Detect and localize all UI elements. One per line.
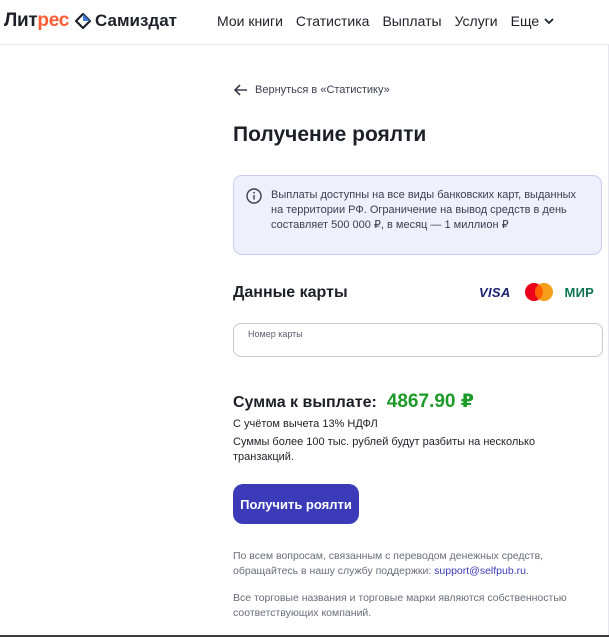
payout-sum-amount: 4867.90 ₽ <box>386 391 474 412</box>
info-notice: Выплаты доступны на все виды банковских … <box>233 175 602 255</box>
payment-system-logos: VISA МИР <box>479 282 594 302</box>
mastercard-icon <box>524 283 553 301</box>
card-number-label: Номер карты <box>248 329 303 339</box>
visa-logo: VISA <box>479 284 511 300</box>
payout-sum-label: Сумма к выплате: <box>233 394 377 411</box>
info-notice-text: Выплаты доступны на все виды банковских … <box>271 189 577 231</box>
samizdat-logo: Самиздат <box>95 11 178 30</box>
support-email-link[interactable]: support@selfpub.ru <box>434 565 526 577</box>
trademarks-note: Все торговые названия и торговые марки я… <box>233 592 567 619</box>
support-suffix: . <box>525 565 529 577</box>
support-note: По всем вопросам, связанным с переводом … <box>233 549 593 579</box>
split-note: Суммы более 100 тыс. рублей будут разбит… <box>233 436 536 463</box>
diamond-icon <box>75 13 92 29</box>
back-to-statistics-link[interactable]: Вернуться в «Статистику» <box>234 84 390 96</box>
nav-more-label: Еще <box>510 13 540 29</box>
litres-logo: Литрес <box>4 10 70 31</box>
nav-services[interactable]: Услуги <box>455 13 498 29</box>
page-title: Получение роялти <box>233 123 427 146</box>
nav-statistics[interactable]: Статистика <box>296 13 370 29</box>
card-section-heading: Данные карты <box>233 284 348 301</box>
mir-logo: МИР <box>564 284 594 300</box>
tax-note: С учётом вычета 13% НДФЛ <box>233 418 378 430</box>
payout-sum-row: Сумма к выплате: 4867.90 ₽ <box>233 390 474 413</box>
nav-more-dropdown[interactable]: Еще <box>511 13 555 29</box>
nav-my-books[interactable]: Мои книги <box>217 13 283 29</box>
arrow-left-icon <box>234 84 247 96</box>
main-nav: Мои книги Статистика Выплаты Услуги Еще <box>217 13 567 29</box>
nav-payouts[interactable]: Выплаты <box>382 13 441 29</box>
top-navigation-bar: Литрес Самиздат Мои книги Статистика Вып… <box>0 0 609 45</box>
brand-logo[interactable]: Литрес Самиздат <box>4 10 177 32</box>
get-royalty-button[interactable]: Получить роялти <box>233 484 359 524</box>
card-number-field[interactable]: Номер карты <box>233 323 603 357</box>
info-icon <box>246 188 262 204</box>
back-link-label: Вернуться в «Статистику» <box>255 84 390 96</box>
chevron-down-icon <box>544 17 554 24</box>
